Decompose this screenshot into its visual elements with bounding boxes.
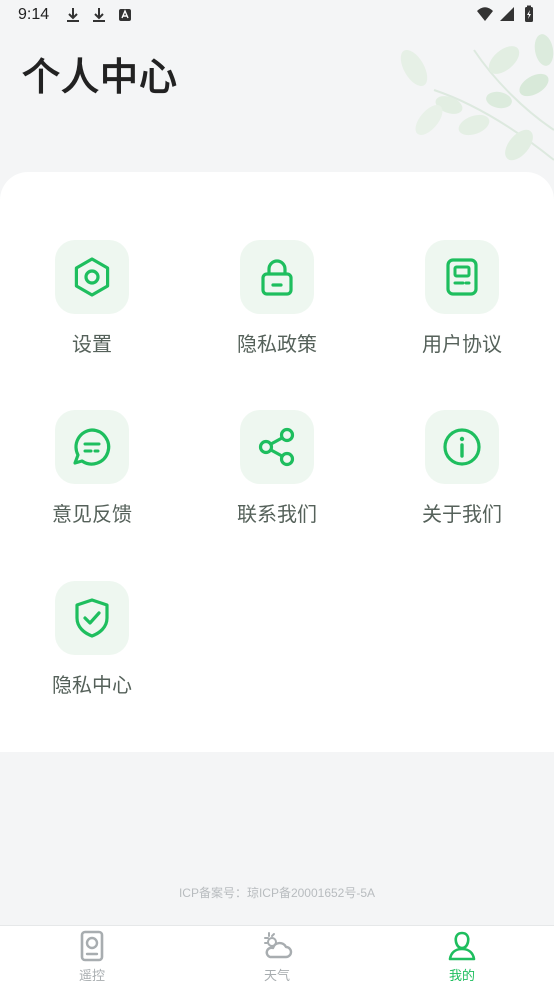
tab-label: 遥控 [78,969,105,984]
chat-bubble-icon [73,428,111,466]
battery-icon [525,5,533,22]
tab-profile[interactable]: 我的 [402,930,522,984]
download-icon [67,8,79,22]
menu-item-privacy-center[interactable]: 隐私中心 [22,581,162,711]
menu-item-label: 意见反馈 [52,502,132,526]
hexagon-settings-icon [74,257,110,297]
weather-icon [264,932,293,959]
remote-icon [80,930,104,962]
menu-item-label: 联系我们 [237,502,317,526]
status-time: 9:14 [18,6,50,23]
status-left-icons [64,6,134,24]
menu-item-settings[interactable]: 设置 [22,240,162,370]
bottom-tab-bar: 遥控 天气 我的 [0,925,554,985]
tab-remote[interactable]: 遥控 [32,930,152,984]
signal-icon [500,7,514,21]
shield-check-icon [75,598,109,638]
menu-item-label: 用户协议 [422,332,502,356]
tab-weather[interactable]: 天气 [217,930,337,984]
download-icon [93,8,105,22]
wifi-icon [477,7,493,21]
menu-item-feedback[interactable]: 意见反馈 [22,410,162,540]
document-icon [446,258,478,296]
tab-label: 我的 [448,969,475,984]
leaves-decoration [400,34,554,161]
menu-item-label: 隐私政策 [237,332,317,356]
menu-item-about-us[interactable]: 关于我们 [392,410,532,540]
profile-icon [448,931,476,961]
menu-item-contact-us[interactable]: 联系我们 [207,410,347,540]
menu-item-label: 隐私中心 [52,673,132,697]
menu-card: 设置 隐私政策 用户协议 意见反馈 联系我们 关于我们 隐私中心 [0,172,554,752]
app-notification-icon [119,9,131,21]
info-icon [443,428,481,466]
status-bar: 9:14 [0,0,554,30]
status-right-icons [476,5,538,23]
menu-item-label: 关于我们 [422,502,502,526]
page-title: 个人中心 [22,55,179,99]
share-icon [258,427,295,467]
lock-icon [261,259,293,296]
menu-item-privacy-policy[interactable]: 隐私政策 [207,240,347,370]
menu-item-label: 设置 [72,332,112,356]
icp-text: ICP备案号：琼ICP备20001652号-5A [178,886,376,900]
menu-item-user-agreement[interactable]: 用户协议 [392,240,532,370]
tab-label: 天气 [263,969,290,984]
